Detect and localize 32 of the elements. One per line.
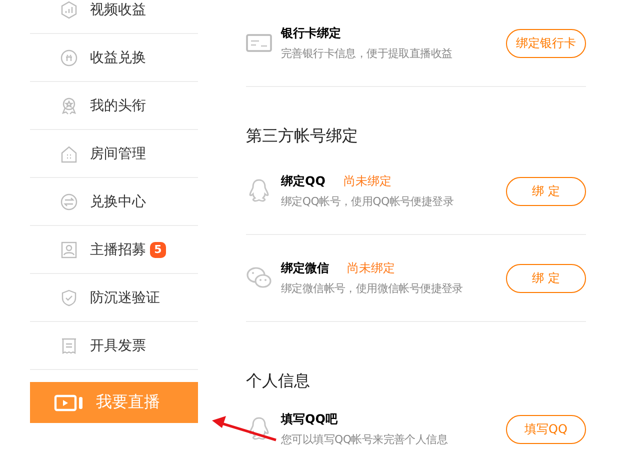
- sidebar-item[interactable]: 房间管理: [30, 130, 198, 178]
- item-description: 完善银行卡信息，便于提取直播收益: [281, 46, 454, 61]
- binding-status: 尚未绑定: [347, 260, 395, 277]
- sidebar-item[interactable]: 主播招募 5: [30, 226, 198, 274]
- item-description: 您可以填写QQ帐号来完善个人信息: [281, 432, 449, 447]
- sidebar-item[interactable]: 我的头衔: [30, 82, 198, 130]
- medal-icon: [60, 96, 78, 114]
- count-badge: 5: [150, 242, 166, 258]
- binding-status: 尚未绑定: [343, 173, 392, 190]
- exchange-icon: [60, 192, 78, 210]
- sidebar-item[interactable]: 防沉迷验证: [30, 274, 198, 322]
- coin-icon: [60, 48, 78, 66]
- section-heading: 第三方帐号绑定: [246, 125, 359, 147]
- portrait-icon: [60, 240, 78, 258]
- section-heading: 个人信息: [246, 370, 311, 392]
- chart-hexagon-icon: [60, 0, 78, 18]
- sidebar-item[interactable]: 开具发票: [30, 322, 198, 370]
- receipt-icon: [60, 336, 78, 354]
- house-icon: [60, 144, 78, 162]
- chat-bubbles-icon: [246, 265, 272, 291]
- annotation-arrow: [212, 416, 276, 442]
- item-title: 绑定QQ: [281, 173, 326, 190]
- item-title: 绑定微信: [281, 260, 329, 277]
- item-title: 银行卡绑定: [281, 25, 341, 42]
- item-description: 绑定微信帐号，使用微信帐号便捷登录: [281, 281, 464, 296]
- sidebar-item[interactable]: 兑换中心: [30, 178, 198, 226]
- shield-check-icon: [60, 288, 78, 306]
- sidebar-item[interactable]: 视频收益: [30, 0, 198, 34]
- item-title: 填写QQ吧: [281, 411, 338, 428]
- video-camera-icon: [54, 394, 84, 412]
- sidebar-item[interactable]: 收益兑换: [30, 34, 198, 82]
- item-description: 绑定QQ帐号，使用QQ帐号便捷登录: [281, 194, 455, 209]
